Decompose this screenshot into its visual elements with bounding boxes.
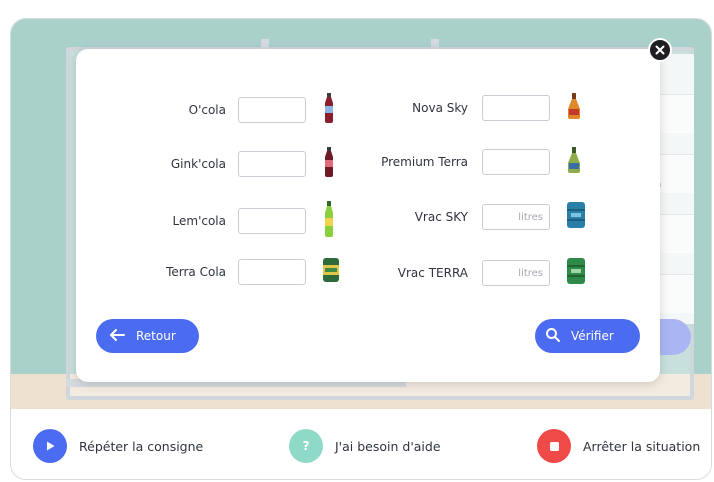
product-row-vracterra: Vrac TERRA xyxy=(366,257,586,289)
quantity-input[interactable] xyxy=(482,95,550,121)
product-quantity-dialog: O'cola Gink'cola Lem'cola Terra Cola Nov… xyxy=(76,49,660,382)
product-label: Nova Sky xyxy=(412,101,468,115)
help-icon: ? xyxy=(289,429,323,463)
verify-button[interactable]: Vérifier xyxy=(535,319,640,353)
product-label: Gink'cola xyxy=(170,157,226,171)
product-row-vracsky: Vrac SKY xyxy=(366,201,586,233)
product-label: Vrac TERRA xyxy=(397,266,468,280)
quantity-input[interactable] xyxy=(482,149,550,175)
product-row-ocola: O'cola xyxy=(136,93,336,127)
litres-input[interactable] xyxy=(482,204,550,230)
repeat-instruction-button[interactable]: Répéter la consigne xyxy=(33,429,203,463)
quantity-input[interactable] xyxy=(238,208,306,234)
close-icon[interactable] xyxy=(648,38,672,62)
repeat-instruction-label: Répéter la consigne xyxy=(79,438,204,454)
product-row-premiumterra: Premium Terra xyxy=(366,147,582,177)
product-row-terracola: Terra Cola xyxy=(136,257,340,287)
stop-situation-label: Arrêter la situation xyxy=(583,438,701,454)
blue-barrel-icon xyxy=(566,201,586,233)
help-button[interactable]: ? J'ai besoin d'aide xyxy=(289,429,441,463)
quantity-input[interactable] xyxy=(238,151,306,177)
play-icon xyxy=(33,429,67,463)
litres-input[interactable] xyxy=(482,260,550,286)
help-label: J'ai besoin d'aide xyxy=(335,438,441,454)
stop-icon xyxy=(537,429,571,463)
search-icon xyxy=(545,327,561,346)
back-button[interactable]: Retour xyxy=(96,319,199,353)
bottom-toolbar: Répéter la consigne ? J'ai besoin d'aide… xyxy=(11,409,711,479)
product-row-lemcola: Lem'cola xyxy=(136,201,336,241)
arrow-left-icon xyxy=(108,328,126,345)
product-label: Vrac SKY xyxy=(414,210,468,224)
quantity-input[interactable] xyxy=(238,259,306,285)
quantity-input[interactable] xyxy=(238,97,306,123)
stop-situation-button[interactable]: Arrêter la situation xyxy=(537,429,700,463)
product-label: Premium Terra xyxy=(381,155,468,169)
green-barrel-icon xyxy=(566,257,586,289)
product-label: Lem'cola xyxy=(172,214,226,228)
back-button-label: Retour xyxy=(136,329,176,343)
dark-red-soda-bottle-icon xyxy=(322,147,336,181)
green-lemon-soda-bottle-icon xyxy=(322,201,336,241)
product-row-ginkcola: Gink'cola xyxy=(136,147,336,181)
product-label: O'cola xyxy=(188,103,226,117)
green-soda-can-icon xyxy=(322,257,340,287)
verify-button-label: Vérifier xyxy=(571,329,614,343)
red-soda-bottle-icon xyxy=(322,93,336,127)
green-small-bottle-icon xyxy=(566,147,582,177)
product-row-novasky: Nova Sky xyxy=(366,93,582,123)
orange-small-bottle-icon xyxy=(566,93,582,123)
product-label: Terra Cola xyxy=(166,265,226,279)
